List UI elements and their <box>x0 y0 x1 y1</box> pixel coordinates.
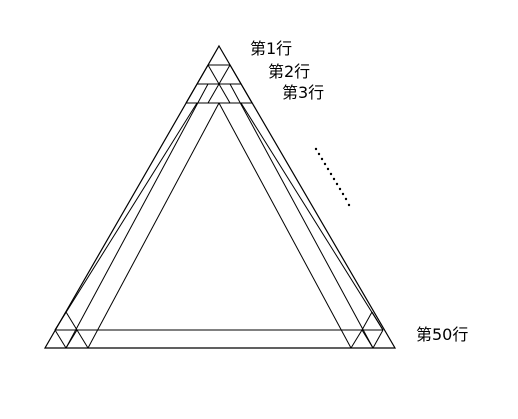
apex-diagonal <box>218 83 231 104</box>
row-label-3: 第3行 <box>282 83 324 102</box>
inner-right-line-3 <box>240 102 384 331</box>
outer-triangle <box>43 44 397 349</box>
bottom-left-diagonal <box>54 329 67 349</box>
inner-left-line-1 <box>65 83 209 349</box>
bottom-left-diagonal <box>65 311 78 331</box>
bottom-right-diagonal <box>372 329 384 349</box>
bottom-left-diagonal <box>65 329 78 349</box>
bottom-right-diagonal <box>361 311 373 331</box>
apex-diagonal <box>185 83 198 104</box>
inner-right-line-1 <box>229 83 374 349</box>
inner-left-line-3 <box>54 102 198 331</box>
bottom-left-diagonal <box>54 311 67 331</box>
apex-diagonal <box>196 64 209 85</box>
bottom-right-diagonal <box>350 329 363 349</box>
apex-diagonal <box>207 83 220 104</box>
inner-right-line-2 <box>218 102 352 349</box>
bottom-left-diagonal <box>76 329 89 349</box>
ellipsis-dots <box>314 147 351 207</box>
row-label-2: 第2行 <box>268 62 310 81</box>
triangle-rows-diagram: 第1行 第2行 第3行 第50行 <box>43 39 468 349</box>
inner-left-line-2 <box>87 102 220 349</box>
apex-diagonal <box>218 64 231 85</box>
apex-diagonal <box>240 83 253 104</box>
row-label-1: 第1行 <box>250 39 292 58</box>
row-label-50: 第50行 <box>416 325 468 344</box>
apex-diagonal <box>229 64 242 85</box>
apex-diagonal <box>207 64 220 85</box>
bottom-right-diagonal <box>361 329 374 349</box>
bottom-right-diagonal <box>371 311 384 331</box>
